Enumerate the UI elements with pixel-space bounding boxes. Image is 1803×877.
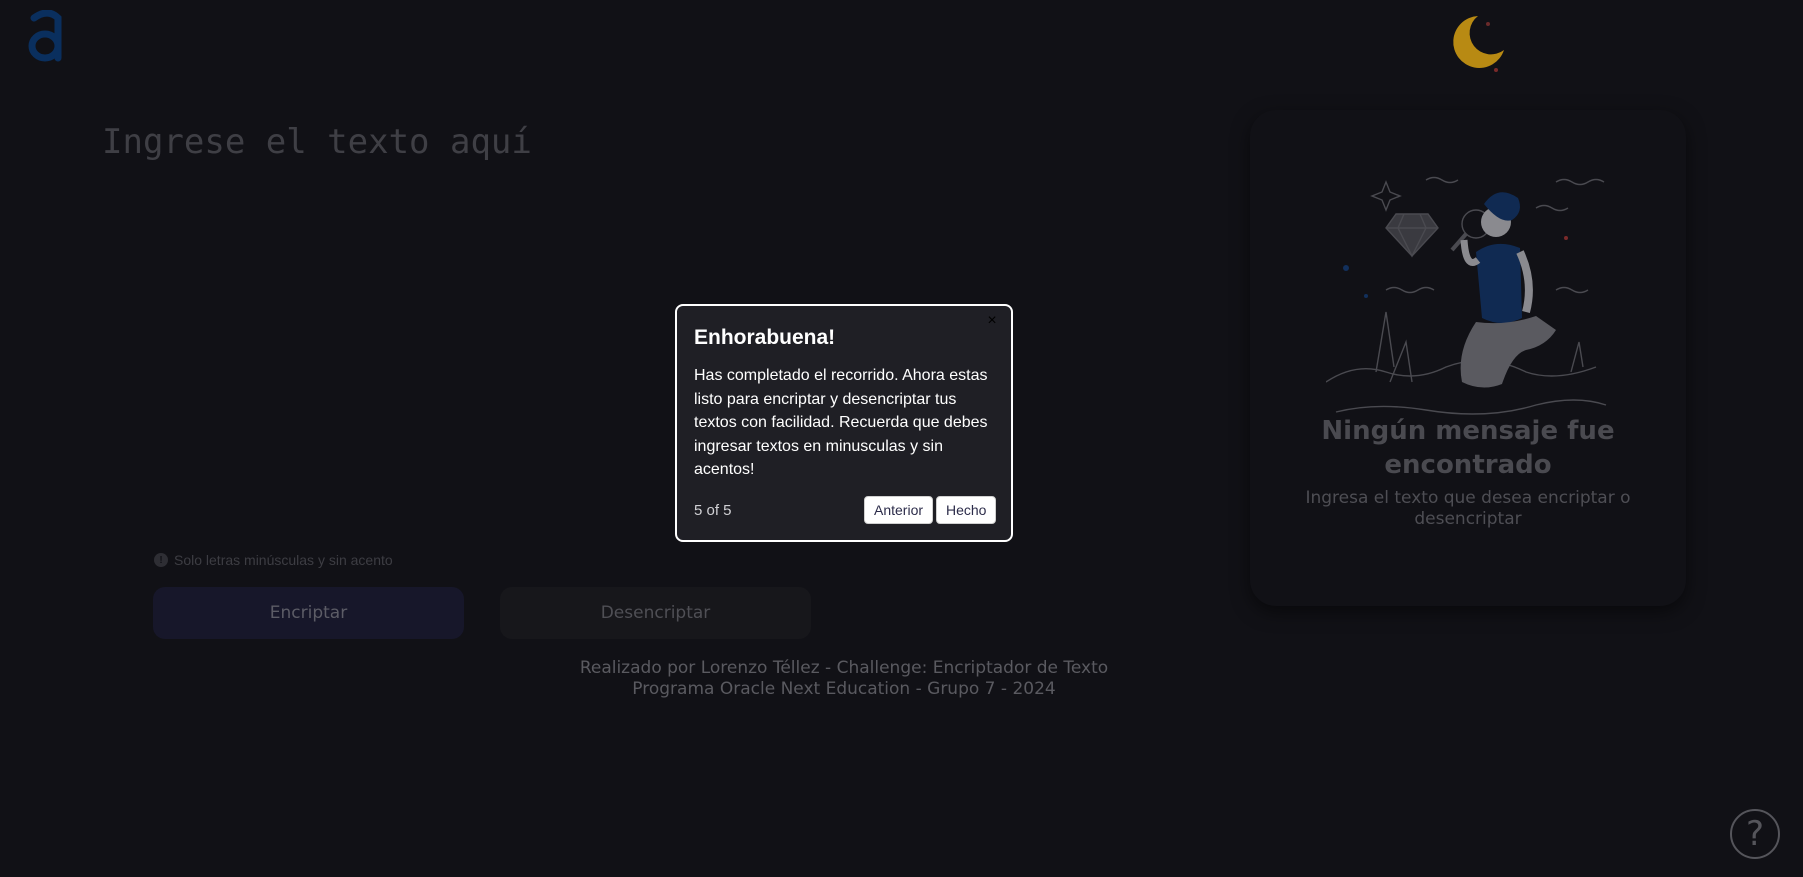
exclamation-circle-icon: ! xyxy=(154,553,168,567)
popover-progress: 5 of 5 xyxy=(694,502,732,519)
app-logo xyxy=(28,10,62,62)
decrypt-button[interactable]: Desencriptar xyxy=(500,587,811,639)
popover-description: Has completado el recorrido. Ahora estas… xyxy=(694,367,988,478)
help-button[interactable]: ? xyxy=(1730,809,1780,859)
close-icon[interactable]: × xyxy=(983,312,1001,330)
previous-button[interactable]: Anterior xyxy=(864,496,934,524)
encrypt-button[interactable]: Encriptar xyxy=(153,587,464,639)
text-input[interactable] xyxy=(100,120,1204,524)
footer-credits: Realizado por Lorenzo Téllez - Challenge… xyxy=(579,658,1109,678)
done-button[interactable]: Hecho xyxy=(936,496,997,524)
question-mark-icon: ? xyxy=(1745,814,1765,854)
tour-popover: × Enhorabuena! Has completado el recorri… xyxy=(675,304,1013,542)
hint-text: Solo letras minúsculas y sin acento xyxy=(174,552,393,568)
search-illustration xyxy=(1326,176,1607,415)
empty-state-title: Ningún mensaje fue encontrado xyxy=(1321,416,1615,480)
popover-title: Enhorabuena! xyxy=(694,326,836,349)
footer-program: Programa Oracle Next Education - Grupo 7… xyxy=(632,679,1056,699)
input-hint: ! Solo letras minúsculas y sin acento xyxy=(154,552,393,568)
moon-icon[interactable] xyxy=(1448,12,1508,74)
footer: Realizado por Lorenzo Téllez - Challenge… xyxy=(500,658,1188,700)
result-panel: Ningún mensaje fue encontrado Ingresa el… xyxy=(1250,110,1686,606)
empty-state-subtitle: Ingresa el texto que desea encriptar o d… xyxy=(1305,488,1631,529)
